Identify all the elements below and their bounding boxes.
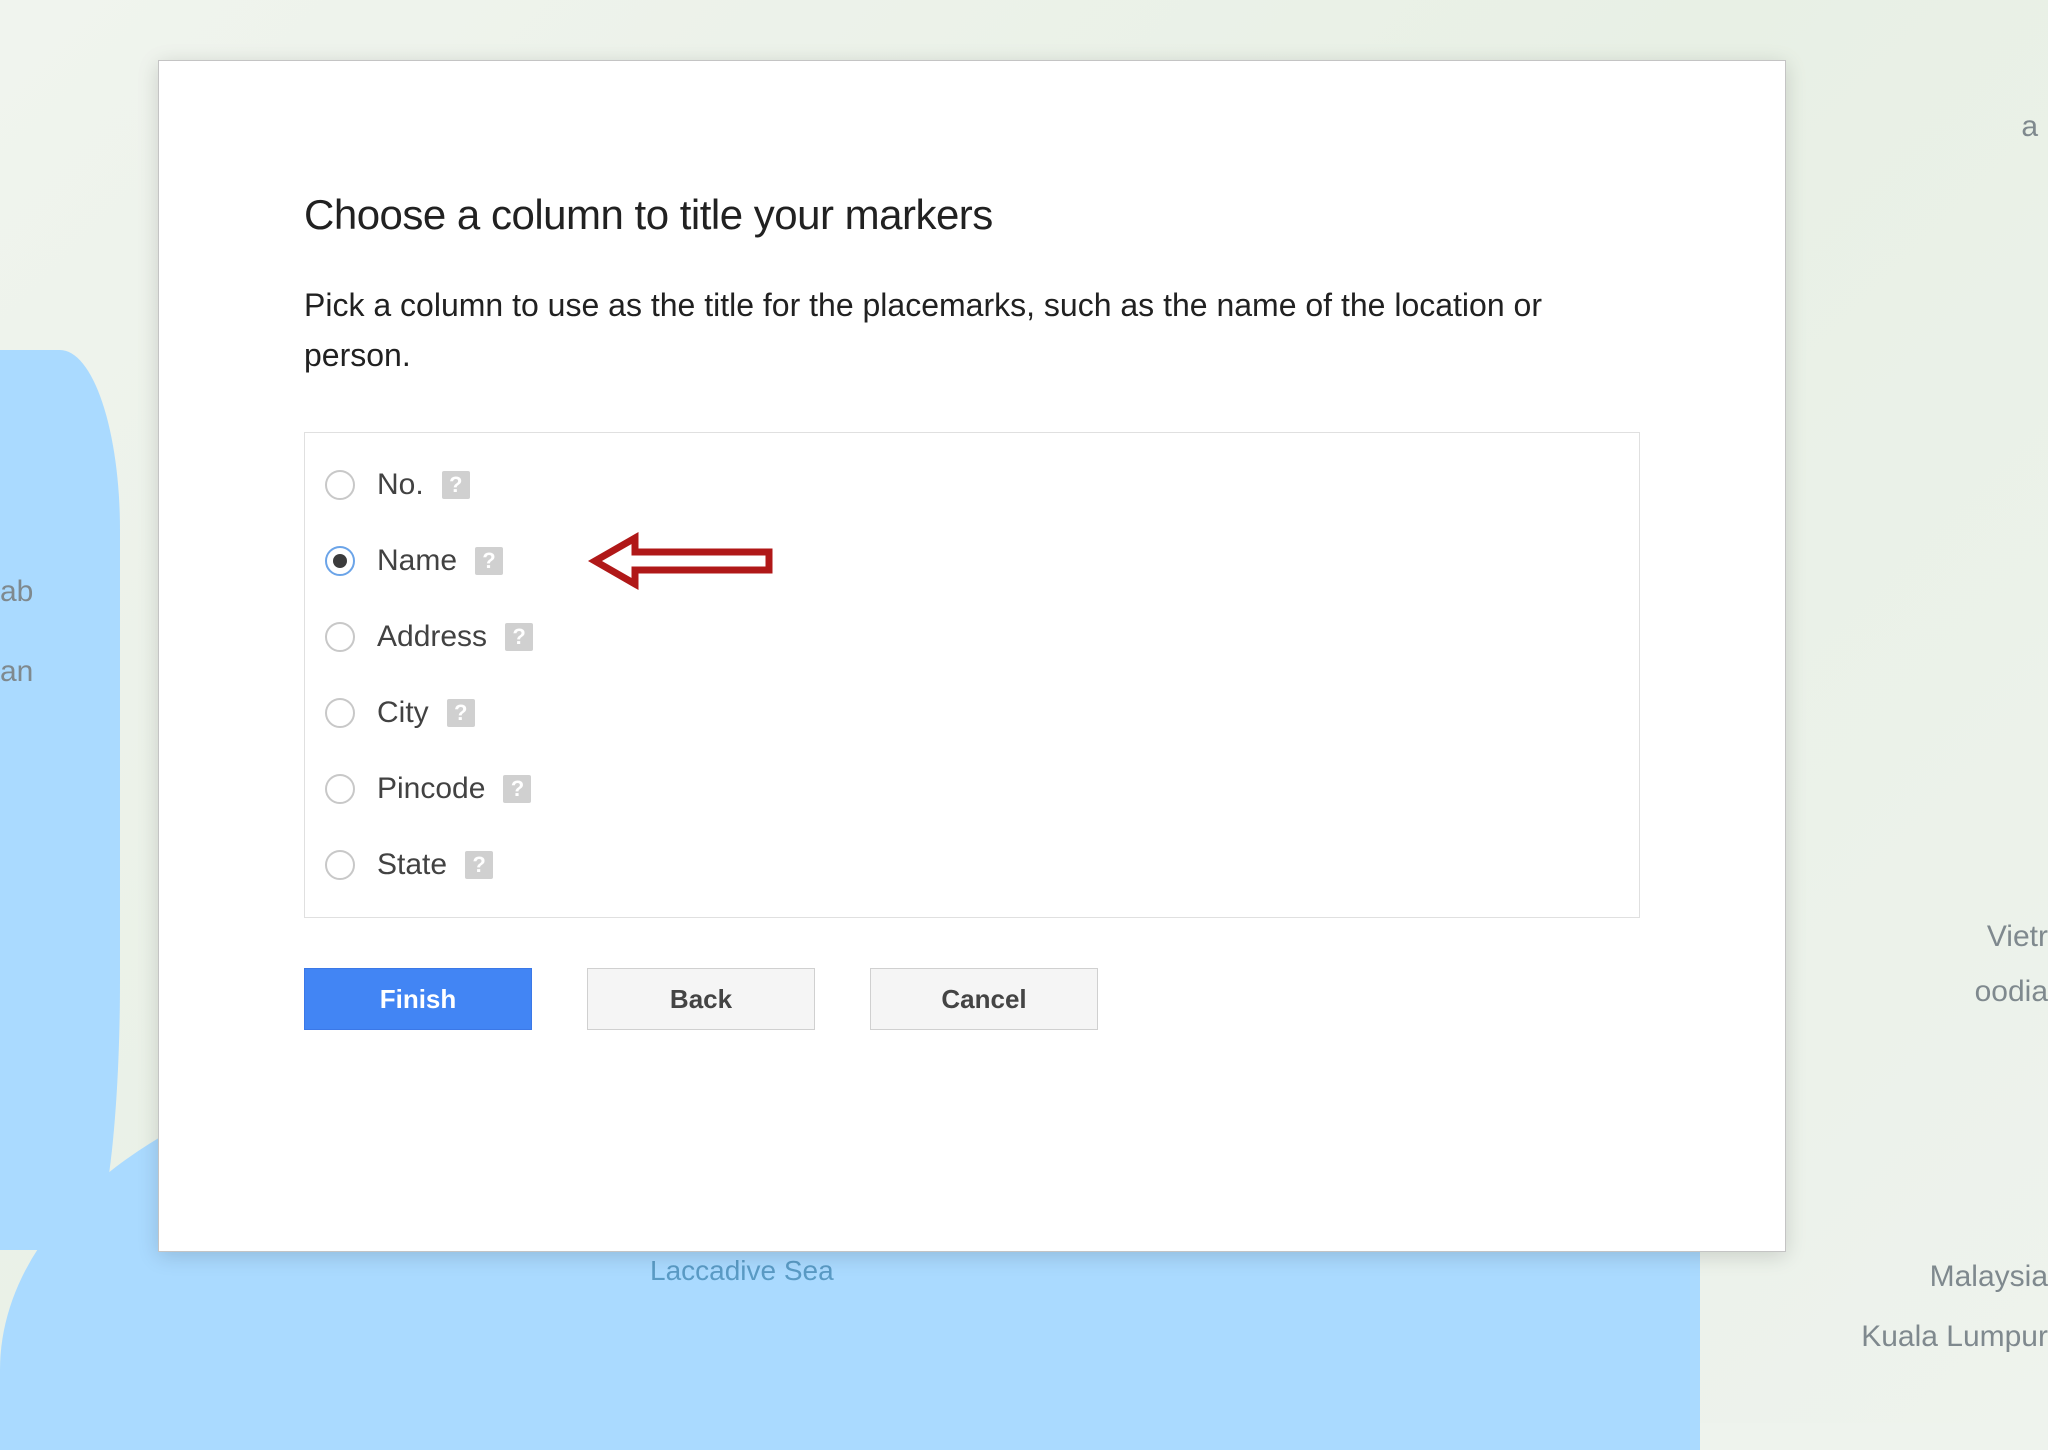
cancel-button[interactable]: Cancel	[870, 968, 1098, 1030]
help-icon[interactable]: ?	[442, 471, 470, 499]
radio-input-name[interactable]	[325, 546, 355, 576]
radio-label: City	[377, 696, 429, 730]
annotation-arrow-icon	[587, 530, 777, 592]
map-label: ab	[0, 575, 33, 609]
radio-label: Address	[377, 620, 487, 654]
radio-label: Name	[377, 544, 457, 578]
map-label: an	[0, 655, 33, 689]
map-label: a	[2021, 110, 2038, 144]
help-icon[interactable]: ?	[447, 699, 475, 727]
help-icon[interactable]: ?	[505, 623, 533, 651]
radio-label: No.	[377, 468, 424, 502]
help-icon[interactable]: ?	[503, 775, 531, 803]
dialog-title: Choose a column to title your markers	[304, 191, 1640, 239]
finish-button[interactable]: Finish	[304, 968, 532, 1030]
radio-options-container: No. ? Name ? Address ? City ? Pincode	[304, 432, 1640, 918]
radio-label: State	[377, 848, 447, 882]
radio-input-address[interactable]	[325, 622, 355, 652]
radio-option-city[interactable]: City ?	[325, 675, 1619, 751]
radio-option-no[interactable]: No. ?	[325, 447, 1619, 523]
dialog-description: Pick a column to use as the title for th…	[304, 281, 1640, 380]
radio-option-pincode[interactable]: Pincode ?	[325, 751, 1619, 827]
map-label: Vietr	[1987, 920, 2048, 954]
radio-label: Pincode	[377, 772, 485, 806]
help-icon[interactable]: ?	[465, 851, 493, 879]
radio-input-pincode[interactable]	[325, 774, 355, 804]
radio-input-state[interactable]	[325, 850, 355, 880]
map-label-sea: Laccadive Sea	[650, 1255, 834, 1287]
map-label: oodia	[1975, 975, 2048, 1009]
radio-option-state[interactable]: State ?	[325, 827, 1619, 903]
map-label: Kuala Lumpur	[1861, 1320, 2048, 1354]
back-button[interactable]: Back	[587, 968, 815, 1030]
radio-option-name[interactable]: Name ?	[325, 523, 1619, 599]
map-label: Malaysia	[1930, 1260, 2048, 1294]
help-icon[interactable]: ?	[475, 547, 503, 575]
radio-input-no[interactable]	[325, 470, 355, 500]
map-water	[0, 350, 120, 1250]
dialog-button-row: Finish Back Cancel	[304, 968, 1640, 1030]
radio-option-address[interactable]: Address ?	[325, 599, 1619, 675]
radio-input-city[interactable]	[325, 698, 355, 728]
column-title-dialog: Choose a column to title your markers Pi…	[158, 60, 1786, 1252]
